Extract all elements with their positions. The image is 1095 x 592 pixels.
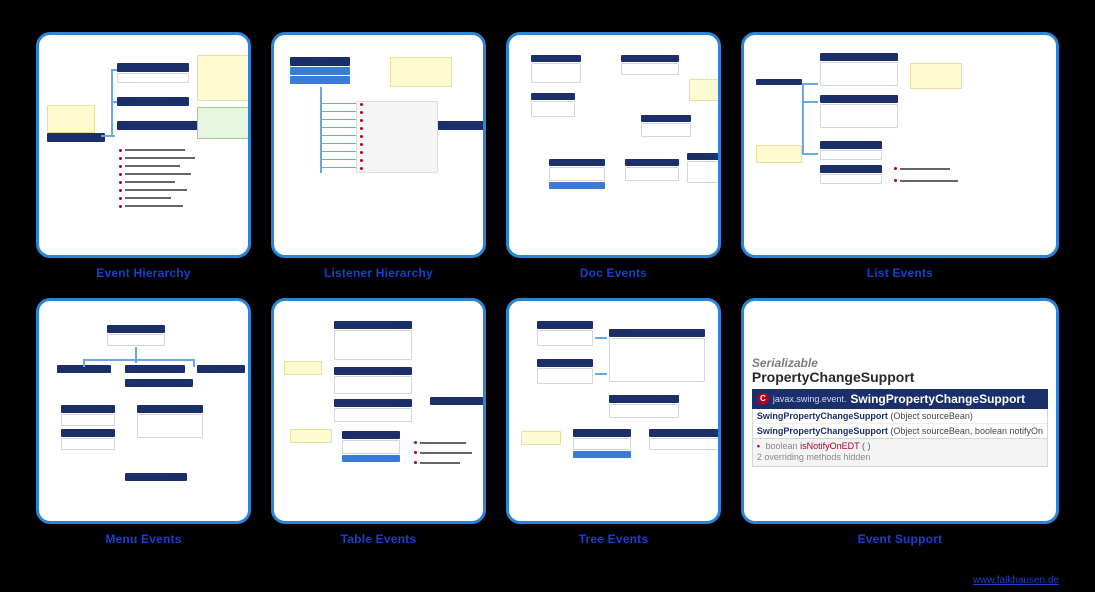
thumb-caption: List Events xyxy=(741,266,1059,280)
thumb-card[interactable] xyxy=(36,32,251,258)
thumb-doc-events[interactable]: Doc Events xyxy=(506,32,721,280)
thumb-card[interactable] xyxy=(506,298,721,524)
method-params: ( ) xyxy=(862,441,871,451)
thumb-caption: Listener Hierarchy xyxy=(271,266,486,280)
package-label: javax.swing.event. xyxy=(773,394,847,404)
class-icon: C xyxy=(757,393,769,405)
thumb-event-hierarchy[interactable]: Event Hierarchy xyxy=(36,32,251,280)
class-box: Serializable PropertyChangeSupport C jav… xyxy=(744,301,1056,521)
bullet-icon: • xyxy=(757,441,760,451)
thumb-card[interactable] xyxy=(271,298,486,524)
thumb-card[interactable] xyxy=(741,32,1059,258)
thumbnail-grid: Event Hierarchy xyxy=(0,0,1095,574)
thumb-tree-events[interactable]: Tree Events xyxy=(506,298,721,546)
thumb-caption: Table Events xyxy=(271,532,486,546)
thumb-caption: Tree Events xyxy=(506,532,721,546)
thumb-caption: Doc Events xyxy=(506,266,721,280)
thumb-list-events[interactable]: List Events xyxy=(741,32,1059,280)
constructor-rows: SwingPropertyChangeSupport (Object sourc… xyxy=(752,409,1048,439)
thumb-card[interactable]: Serializable PropertyChangeSupport C jav… xyxy=(741,298,1059,524)
thumb-menu-events[interactable]: Menu Events xyxy=(36,298,251,546)
thumb-event-support[interactable]: Serializable PropertyChangeSupport C jav… xyxy=(741,298,1059,546)
class-name: SwingPropertyChangeSupport xyxy=(850,392,1025,406)
constructor-row: SwingPropertyChangeSupport (Object sourc… xyxy=(753,409,1047,424)
thumb-table-events[interactable]: Table Events xyxy=(271,298,486,546)
thumb-card[interactable] xyxy=(36,298,251,524)
footer-link[interactable]: www.falkhausen.de xyxy=(973,575,1059,586)
thumb-caption: Menu Events xyxy=(36,532,251,546)
class-titlebar: C javax.swing.event. SwingPropertyChange… xyxy=(752,389,1048,409)
thumb-card[interactable] xyxy=(506,32,721,258)
constructor-row: SwingPropertyChangeSupport (Object sourc… xyxy=(753,424,1047,438)
method-name: isNotifyOnEDT xyxy=(800,441,859,451)
return-type: boolean xyxy=(766,441,798,451)
superclass-name: PropertyChangeSupport xyxy=(752,370,1048,385)
hidden-note: 2 overriding methods hidden xyxy=(757,452,1043,464)
thumb-listener-hierarchy[interactable]: Listener Hierarchy xyxy=(271,32,486,280)
member-footer: • boolean isNotifyOnEDT ( ) 2 overriding… xyxy=(752,439,1048,467)
thumb-caption: Event Support xyxy=(741,532,1059,546)
thumb-card[interactable] xyxy=(271,32,486,258)
thumb-caption: Event Hierarchy xyxy=(36,266,251,280)
